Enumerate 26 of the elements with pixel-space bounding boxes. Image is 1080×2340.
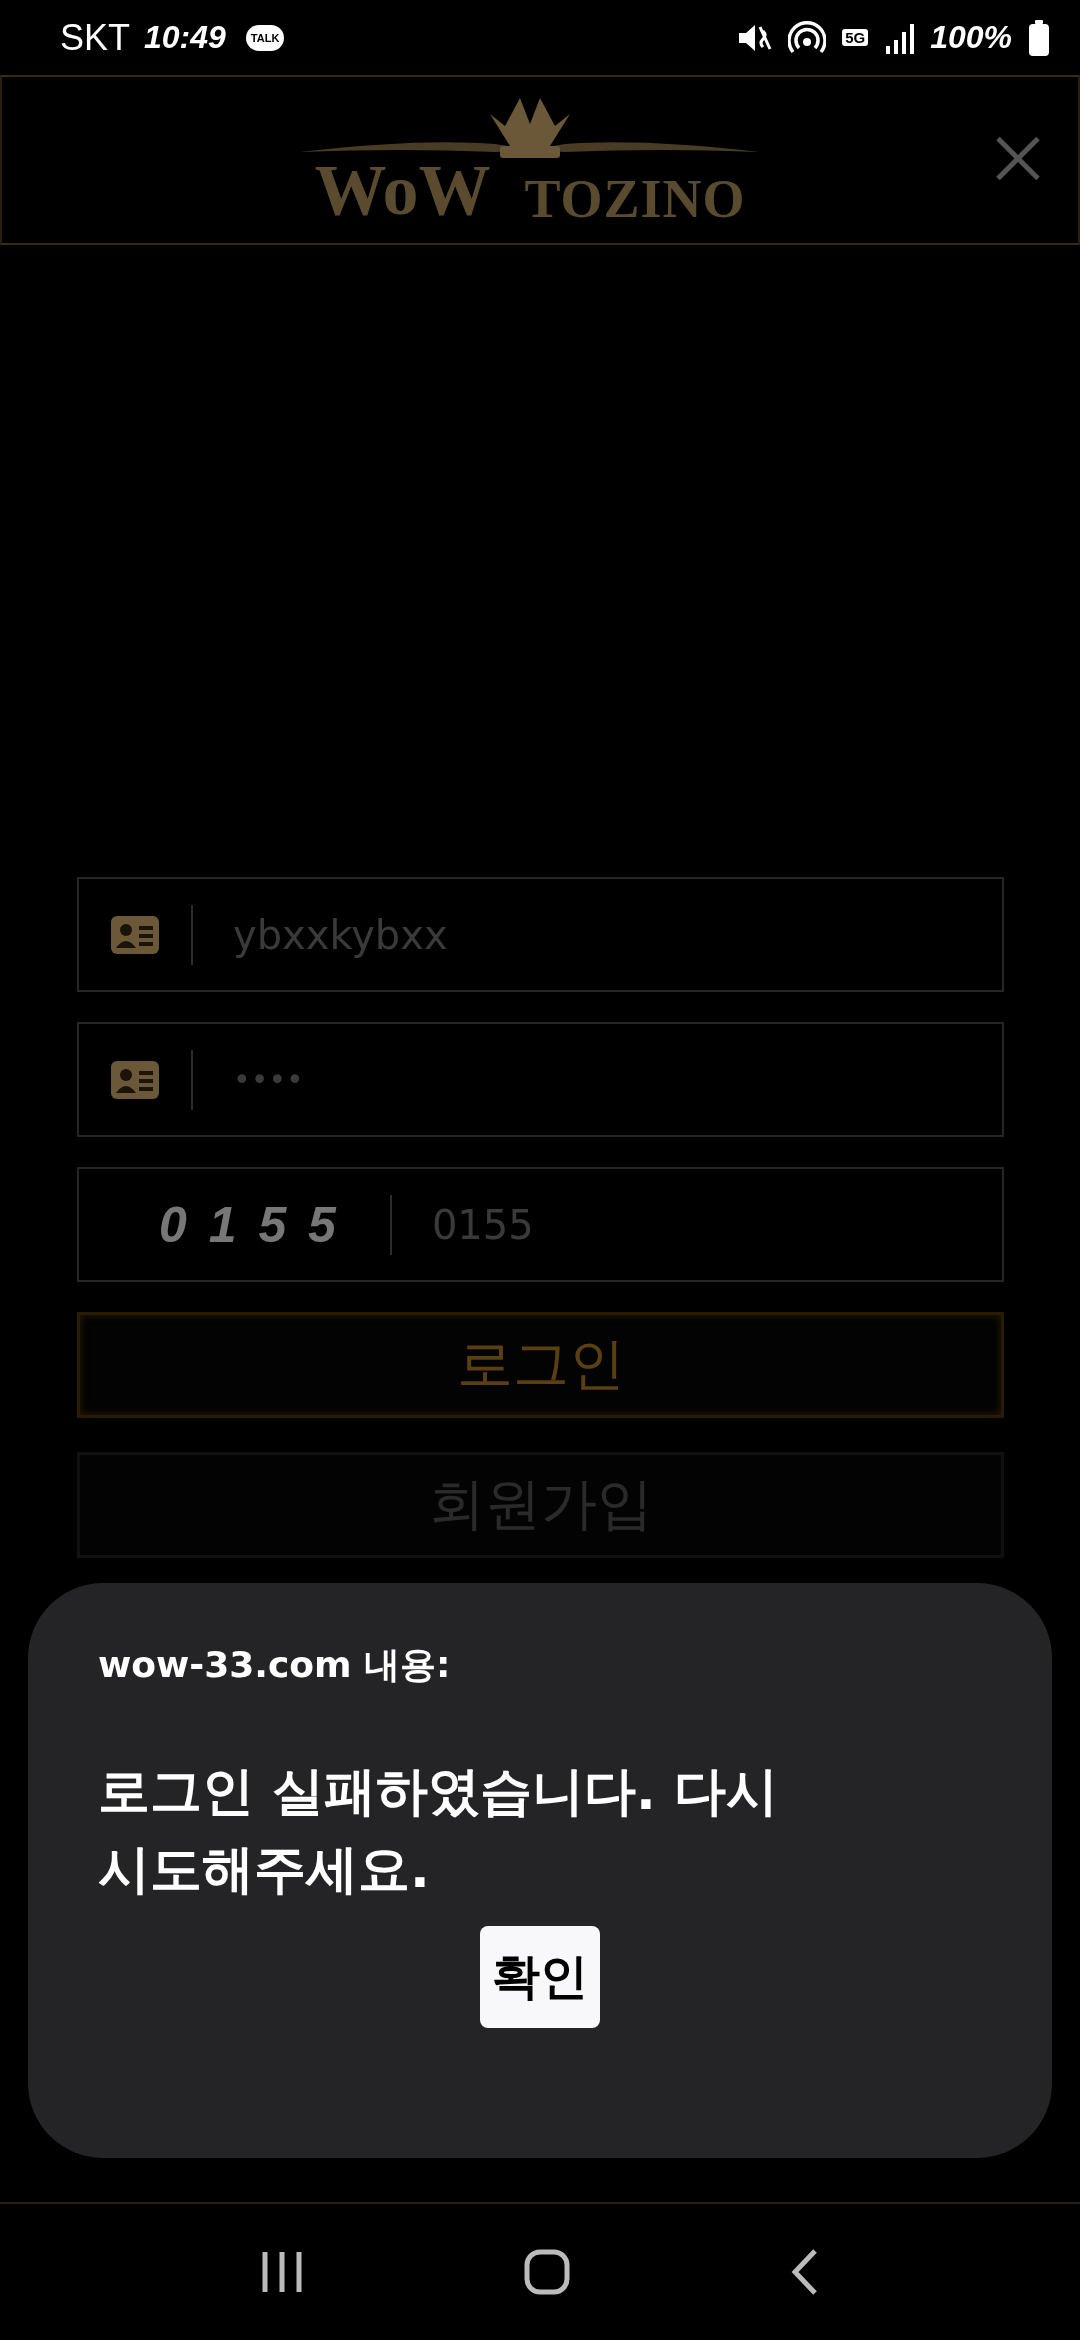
recent-apps-icon	[260, 2250, 303, 2294]
id-card-icon	[111, 915, 159, 954]
login-button[interactable]: 로그인	[77, 1312, 1004, 1418]
hotspot-icon	[788, 19, 827, 56]
confirm-button[interactable]: 확인	[480, 1926, 600, 2028]
back-button[interactable]	[791, 2248, 820, 2296]
battery-percent: 100%	[930, 19, 1012, 56]
home-button[interactable]	[524, 2249, 570, 2295]
id-card-icon	[111, 1060, 159, 1099]
captcha-code: 0 1 5 5	[159, 1195, 340, 1254]
back-icon	[791, 2248, 820, 2296]
signal-icon	[884, 21, 915, 54]
captcha-input[interactable]: 0155	[431, 1201, 732, 1248]
close-icon	[994, 134, 1042, 183]
password-field[interactable]: ••••	[233, 1062, 733, 1097]
dialog-title: wow-33.com 내용:	[98, 1643, 452, 1687]
carrier-name: SKT	[60, 16, 130, 59]
logo-text: WoW	[314, 154, 491, 226]
battery-icon	[1028, 19, 1050, 56]
recent-apps-button[interactable]	[260, 2250, 303, 2294]
chat-notification-badge: TALK	[245, 24, 285, 51]
dialog-message: 로그인 실패하였습니다. 다시 시도해주세요.	[98, 1760, 779, 1901]
network-badge: 5G	[842, 29, 869, 46]
logo-text: TOZINO	[524, 172, 746, 226]
home-icon	[524, 2249, 570, 2295]
clock-time: 10:49	[144, 19, 226, 56]
